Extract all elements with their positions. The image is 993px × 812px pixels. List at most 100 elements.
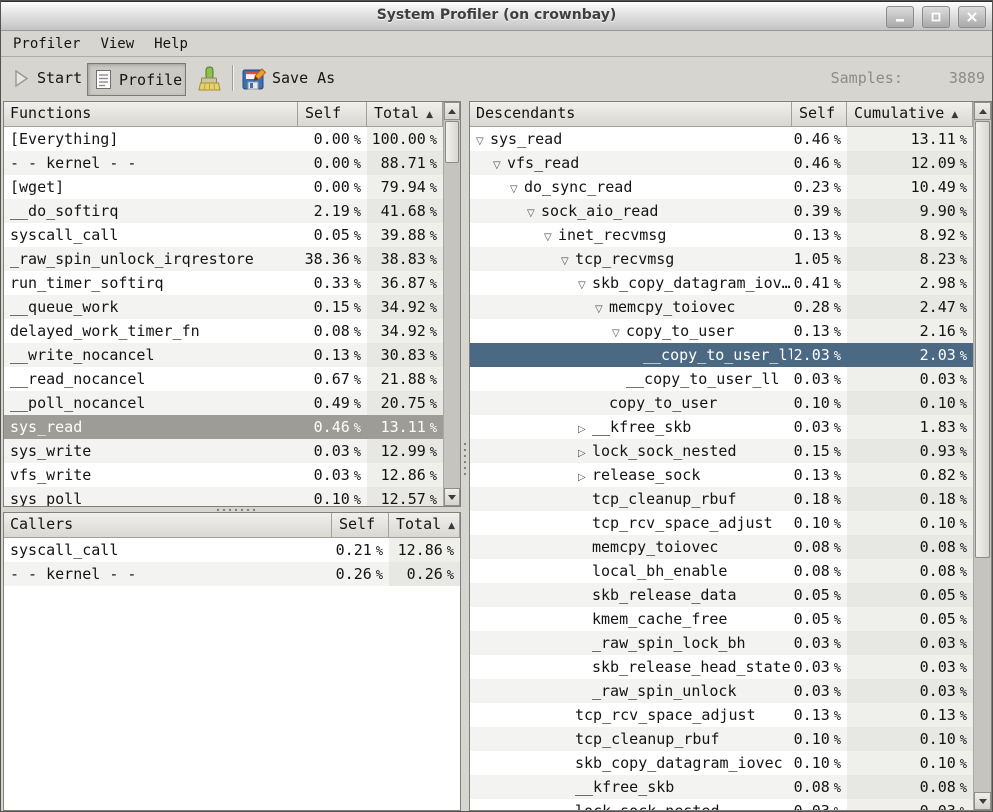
expander-open-icon[interactable] [561,250,575,271]
self-cell: 0.21% [332,538,389,562]
expander-open-icon[interactable] [595,298,609,319]
self-column-header[interactable]: Self [792,102,847,127]
table-row[interactable]: copy_to_user0.10%0.10% [470,391,973,415]
expander-open-icon[interactable] [493,154,507,175]
table-row[interactable]: - - kernel - -0.00%88.71% [4,151,443,175]
percent-sign: % [834,205,841,219]
table-row[interactable]: sys_write0.03%12.99% [4,439,443,463]
table-row[interactable]: tcp_rcv_space_adjust0.13%0.13% [470,703,973,727]
table-row[interactable]: syscall_call0.05%39.88% [4,223,443,247]
table-row[interactable]: sys_read0.46%13.11% [4,415,443,439]
percent-sign: % [354,445,361,459]
table-row[interactable]: skb_copy_datagram_iovec0.10%0.10% [470,751,973,775]
scroll-down-button[interactable] [974,792,991,810]
table-row[interactable]: __queue_work0.15%34.92% [4,295,443,319]
minimize-button[interactable] [886,6,914,28]
self-column-header[interactable]: Self [298,102,367,127]
table-row[interactable]: delayed_work_timer_fn0.08%34.92% [4,319,443,343]
table-row[interactable]: skb_release_data0.05%0.05% [470,583,973,607]
close-button[interactable] [958,6,986,28]
expander-open-icon[interactable] [578,274,592,295]
function-name-cell: tcp_rcv_space_adjust [470,703,792,727]
sort-ascending-icon [448,515,455,538]
vertical-splitter[interactable] [461,101,469,811]
expander-open-icon[interactable] [476,130,490,151]
table-row[interactable]: skb_release_head_state0.03%0.03% [470,655,973,679]
percent-sign: % [447,544,454,558]
table-row[interactable]: skb_copy_datagram_iov…0.41%2.98% [470,271,973,295]
table-row[interactable]: sys_read0.46%13.11% [470,127,973,151]
table-row[interactable]: syscall_call0.21%12.86% [4,538,460,562]
descendants-column-header[interactable]: Descendants [470,102,792,127]
table-row[interactable]: tcp_cleanup_rbuf0.18%0.18% [470,487,973,511]
functions-scrollbar[interactable] [443,102,460,506]
table-row[interactable]: memcpy_toiovec0.28%2.47% [470,295,973,319]
table-row[interactable]: __kfree_skb0.08%0.08% [470,775,973,799]
table-row[interactable]: vfs_write0.03%12.86% [4,463,443,487]
table-row[interactable]: do_sync_read0.23%10.49% [470,175,973,199]
percent-sign: % [354,469,361,483]
self-column-header[interactable]: Self [332,513,389,538]
save-as-button[interactable]: Save As [242,57,335,99]
table-row[interactable]: __write_nocancel0.13%30.83% [4,343,443,367]
expander-open-icon[interactable] [612,322,626,343]
table-row[interactable]: - - kernel - -0.26%0.26% [4,562,460,586]
scroll-down-button[interactable] [444,488,460,506]
scrollbar-thumb[interactable] [975,121,990,558]
menu-view[interactable]: View [90,34,144,54]
table-row[interactable]: run_timer_softirq0.33%36.87% [4,271,443,295]
functions-column-header[interactable]: Functions [4,102,298,127]
self-cell: 0.08% [298,319,367,343]
table-row[interactable]: __poll_nocancel0.49%20.75% [4,391,443,415]
function-name: kmem_cache_free [592,610,727,628]
profile-toggle-button[interactable]: Profile [87,63,186,96]
table-row[interactable]: __do_softirq2.19%41.68% [4,199,443,223]
table-row[interactable]: _raw_spin_lock_bh0.03%0.03% [470,631,973,655]
expander-collapsed-icon[interactable] [578,442,592,463]
table-row[interactable]: lock_sock_nested0.03%0.03% [470,799,973,810]
descendants-scrollbar[interactable] [973,102,991,810]
expander-open-icon[interactable] [527,202,541,223]
scroll-up-button[interactable] [974,102,991,120]
total-column-header[interactable]: Total [367,102,443,127]
menu-profiler[interactable]: Profiler [3,34,90,54]
titlebar[interactable]: System Profiler (on crownbay) [1,1,992,31]
table-row[interactable]: tcp_rcv_space_adjust0.10%0.10% [470,511,973,535]
table-row[interactable]: release_sock0.13%0.82% [470,463,973,487]
cumulative-column-header[interactable]: Cumulative [847,102,973,127]
scroll-up-button[interactable] [444,102,460,120]
table-row[interactable]: memcpy_toiovec0.08%0.08% [470,535,973,559]
expander-open-icon[interactable] [510,178,524,199]
scrollbar-thumb[interactable] [445,121,459,163]
function-name: tcp_rcv_space_adjust [592,514,773,532]
table-row[interactable]: [Everything]0.00%100.00% [4,127,443,151]
start-button[interactable]: Start [13,57,82,99]
callers-column-header[interactable]: Callers [4,513,332,538]
table-row[interactable]: sys_poll0.10%12.57% [4,487,443,506]
profile-document-icon [95,69,112,90]
table-row[interactable]: __kfree_skb0.03%1.83% [470,415,973,439]
total-column-header[interactable]: Total [389,513,460,538]
table-row[interactable]: tcp_recvmsg1.05%8.23% [470,247,973,271]
table-row[interactable]: local_bh_enable0.08%0.08% [470,559,973,583]
expander-collapsed-icon[interactable] [578,466,592,487]
table-row[interactable]: [wget]0.00%79.94% [4,175,443,199]
table-row[interactable]: __copy_to_user_ll0.03%0.03% [470,367,973,391]
expander-collapsed-icon[interactable] [578,418,592,439]
table-row[interactable]: tcp_cleanup_rbuf0.10%0.10% [470,727,973,751]
reset-button[interactable] [191,63,227,96]
menu-help[interactable]: Help [144,34,198,54]
table-row[interactable]: kmem_cache_free0.05%0.05% [470,607,973,631]
table-row[interactable]: _raw_spin_unlock0.03%0.03% [470,679,973,703]
table-row[interactable]: copy_to_user0.13%2.16% [470,319,973,343]
table-row[interactable]: lock_sock_nested0.15%0.93% [470,439,973,463]
table-row[interactable]: __copy_to_user_ll2.03%2.03% [470,343,973,367]
table-row[interactable]: inet_recvmsg0.13%8.92% [470,223,973,247]
percent-sign: % [960,205,967,219]
table-row[interactable]: __read_nocancel0.67%21.88% [4,367,443,391]
expander-open-icon[interactable] [544,226,558,247]
table-row[interactable]: vfs_read0.46%12.09% [470,151,973,175]
table-row[interactable]: _raw_spin_unlock_irqrestore38.36%38.83% [4,247,443,271]
table-row[interactable]: sock_aio_read0.39%9.90% [470,199,973,223]
maximize-button[interactable] [922,6,950,28]
